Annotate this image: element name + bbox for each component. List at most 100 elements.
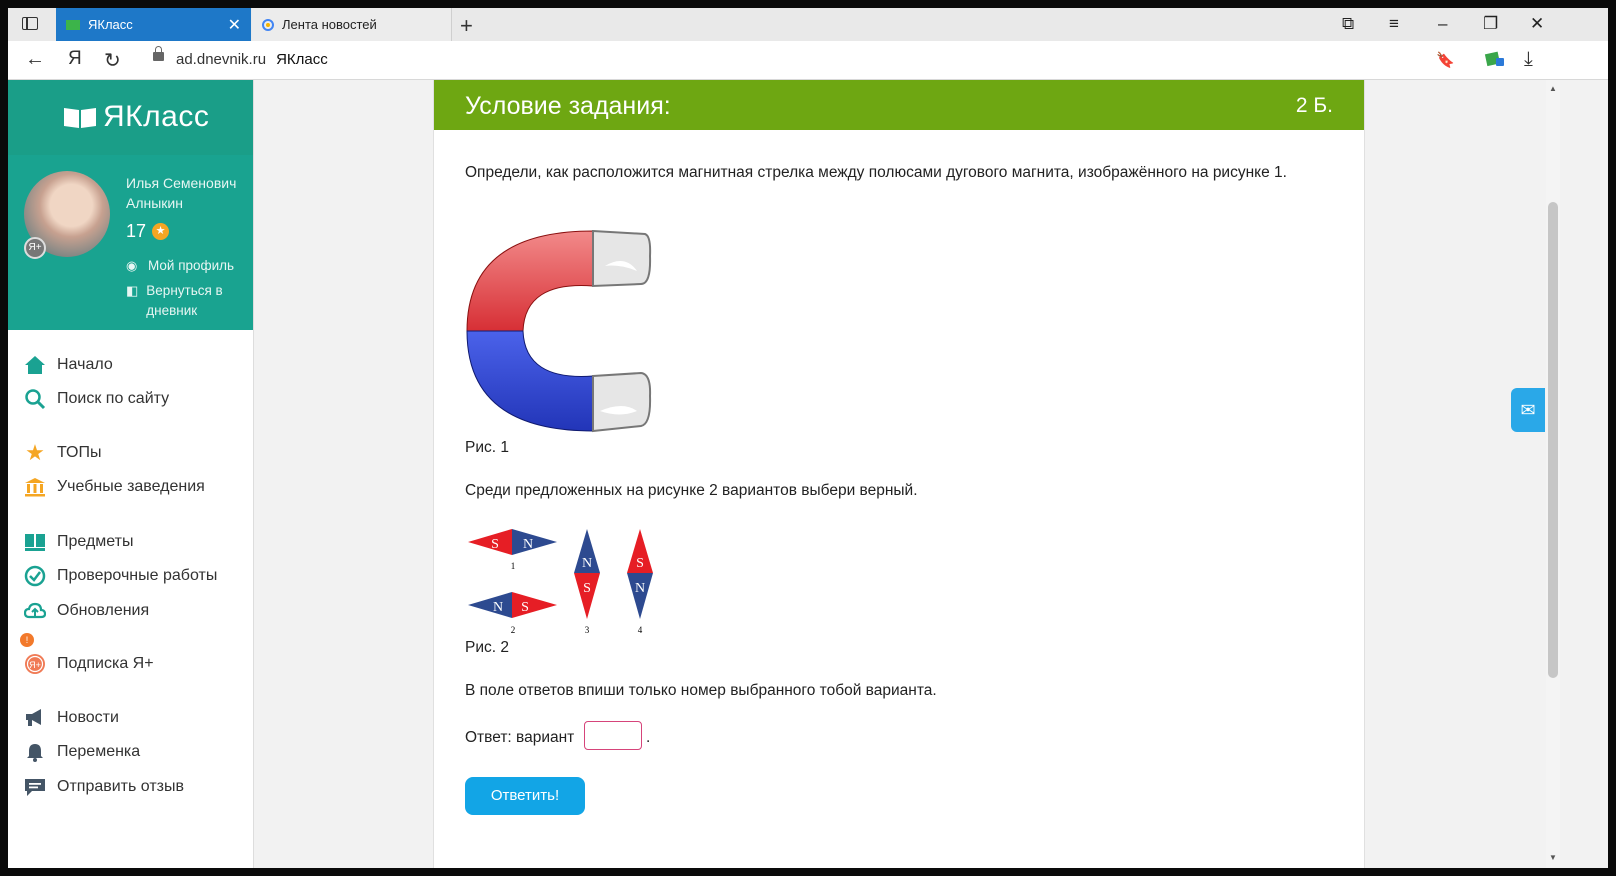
url-title: ЯКласс xyxy=(276,51,328,68)
restore-icon[interactable]: ❐ xyxy=(1483,14,1498,34)
figure2-caption: Рис. 2 xyxy=(465,639,509,656)
sidebar: ЯКласс Я+ Илья Семенович Алныкин 17 ★ ◉ … xyxy=(8,80,254,868)
menu-label: ТОПы xyxy=(57,444,102,461)
option-number: 3 xyxy=(585,625,590,635)
subjects-book-icon xyxy=(24,531,46,553)
new-tab-button[interactable]: + xyxy=(460,13,473,39)
ya-plus-icon: Я+ xyxy=(24,653,46,675)
menu-item-feedback[interactable]: Отправить отзыв xyxy=(24,775,184,799)
task-title: Условие задания: xyxy=(465,92,671,120)
yaklass-logo[interactable]: ЯКласс xyxy=(63,100,209,134)
book-logo-icon xyxy=(64,108,96,128)
score-value: 17 xyxy=(126,221,147,241)
yandex-icon[interactable]: Я xyxy=(68,48,82,70)
menu-item-subjects[interactable]: Предметы xyxy=(24,530,133,554)
menu-item-news[interactable]: Новости xyxy=(24,706,119,730)
close-tab-icon[interactable]: ✕ xyxy=(228,15,241,35)
menu-label: Переменка xyxy=(57,743,141,760)
svg-text:Я+: Я+ xyxy=(29,660,41,670)
pole-label: N xyxy=(493,600,503,615)
institution-icon xyxy=(24,476,46,498)
url-field[interactable]: ad.dnevnik.ru ЯКласс xyxy=(176,51,328,68)
main-content: Условие задания: 2 Б. Определи, как расп… xyxy=(254,80,1544,868)
compass-option-1: S N 1 xyxy=(468,529,557,571)
profile-name[interactable]: Илья Семенович Алныкин xyxy=(126,173,246,213)
return-to-diary-link[interactable]: ◧ Вернуться в дневник xyxy=(126,281,236,321)
figure1-caption: Рис. 1 xyxy=(465,439,509,456)
answer-input[interactable] xyxy=(584,721,642,750)
menu-icon[interactable]: ≡ xyxy=(1389,14,1399,34)
my-profile-link[interactable]: ◉ Мой профиль xyxy=(126,258,234,274)
scroll-down-icon[interactable]: ▼ xyxy=(1549,853,1557,862)
scroll-up-icon[interactable]: ▲ xyxy=(1549,84,1557,93)
scroll-thumb[interactable] xyxy=(1548,202,1558,678)
tab-yaklass[interactable]: ЯКласс ✕ xyxy=(56,8,251,41)
check-circle-icon xyxy=(24,565,46,587)
option-number: 2 xyxy=(511,625,516,635)
answer-label: Ответ: вариант xyxy=(465,729,575,746)
compass-option-3: N S 3 xyxy=(574,529,600,635)
pole-label: S xyxy=(583,581,591,596)
tab-label: ЯКласс xyxy=(88,17,133,32)
menu-label: Подписка Я+ xyxy=(57,655,154,672)
megaphone-icon xyxy=(24,707,46,729)
mail-feedback-icon[interactable]: ✉ xyxy=(1511,388,1545,432)
menu-item-tests[interactable]: Проверочные работы xyxy=(24,564,217,588)
back-icon[interactable]: ← xyxy=(25,48,45,71)
menu-label: Отправить отзыв xyxy=(57,778,184,795)
horseshoe-magnet-figure xyxy=(466,229,652,433)
menu-item-subscription[interactable]: Я+ Подписка Я+ xyxy=(24,652,154,676)
user-circle-icon: ◉ xyxy=(126,258,138,273)
menu-item-search[interactable]: Поиск по сайту xyxy=(24,387,169,411)
extension-icon[interactable] xyxy=(1484,49,1506,69)
page-scrollbar[interactable]: ▲ ▼ xyxy=(1546,80,1560,868)
close-window-icon[interactable]: ✕ xyxy=(1530,14,1544,34)
compass-option-2: N S 2 xyxy=(468,592,557,635)
star-coin-icon: ★ xyxy=(152,223,170,240)
logo-text: ЯКласс xyxy=(103,100,210,133)
profile-score: 17 ★ xyxy=(126,221,170,242)
reload-icon[interactable]: ↻ xyxy=(104,48,121,73)
menu-item-tops[interactable]: ★ ТОПы xyxy=(24,440,102,465)
menu-item-schools[interactable]: Учебные заведения xyxy=(24,475,205,499)
pole-label: N xyxy=(635,581,645,596)
download-icon[interactable]: ⤓ xyxy=(1524,48,1533,71)
browser-window: ЯКласс ✕ Лента новостей + ⧉ ≡ – ❐ ✕ ← Я … xyxy=(8,8,1608,868)
menu-label: Проверочные работы xyxy=(57,567,218,584)
task-header: Условие задания: 2 Б. xyxy=(434,80,1364,130)
task-card: Условие задания: 2 Б. Определи, как расп… xyxy=(433,80,1365,868)
star-icon: ★ xyxy=(25,440,45,465)
search-icon xyxy=(24,388,46,410)
url-host: ad.dnevnik.ru xyxy=(176,51,267,68)
minimize-icon[interactable]: – xyxy=(1438,14,1447,34)
bookmark-icon[interactable]: 🔖 xyxy=(1436,51,1455,69)
link-label: Вернуться в дневник xyxy=(146,283,223,318)
menu-label: Новости xyxy=(57,709,119,726)
sidebar-toggle-icon[interactable] xyxy=(22,17,38,30)
menu-item-updates[interactable]: Обновления xyxy=(24,599,149,623)
link-label: Мой профиль xyxy=(148,258,235,273)
option-number: 1 xyxy=(511,561,516,571)
menu-label: Обновления xyxy=(57,602,150,619)
compass-option-4: S N 4 xyxy=(627,529,653,635)
tab-news[interactable]: Лента новостей xyxy=(252,8,452,41)
tests-notification-badge: ! xyxy=(20,633,34,647)
task-instruction: Среди предложенных на рисунке 2 варианто… xyxy=(465,482,918,499)
submit-answer-button[interactable]: Ответить! xyxy=(465,777,585,815)
bookmarks-panel-icon[interactable]: ⧉ xyxy=(1342,14,1354,34)
news-favicon-icon xyxy=(262,18,274,31)
menu-item-break[interactable]: Переменка xyxy=(24,740,140,764)
profile-panel: Я+ Илья Семенович Алныкин 17 ★ ◉ Мой про… xyxy=(8,155,253,330)
home-icon xyxy=(24,354,46,376)
menu-label: Предметы xyxy=(57,533,134,550)
logo-area: ЯКласс xyxy=(8,80,253,155)
tab-bar: ЯКласс ✕ Лента новостей + ⧉ ≡ – ❐ ✕ xyxy=(8,8,1608,41)
menu-label: Поиск по сайту xyxy=(57,390,170,407)
menu-item-home[interactable]: Начало xyxy=(24,353,113,377)
diary-icon: ◧ xyxy=(126,283,139,298)
compass-options-figure: S N 1 N S 2 N S 3 S N 4 xyxy=(468,529,653,635)
pole-label: S xyxy=(636,556,644,571)
answer-suffix: . xyxy=(646,729,651,746)
task-question: Определи, как расположится магнитная стр… xyxy=(465,164,1287,181)
yaklass-favicon-icon xyxy=(66,19,80,30)
